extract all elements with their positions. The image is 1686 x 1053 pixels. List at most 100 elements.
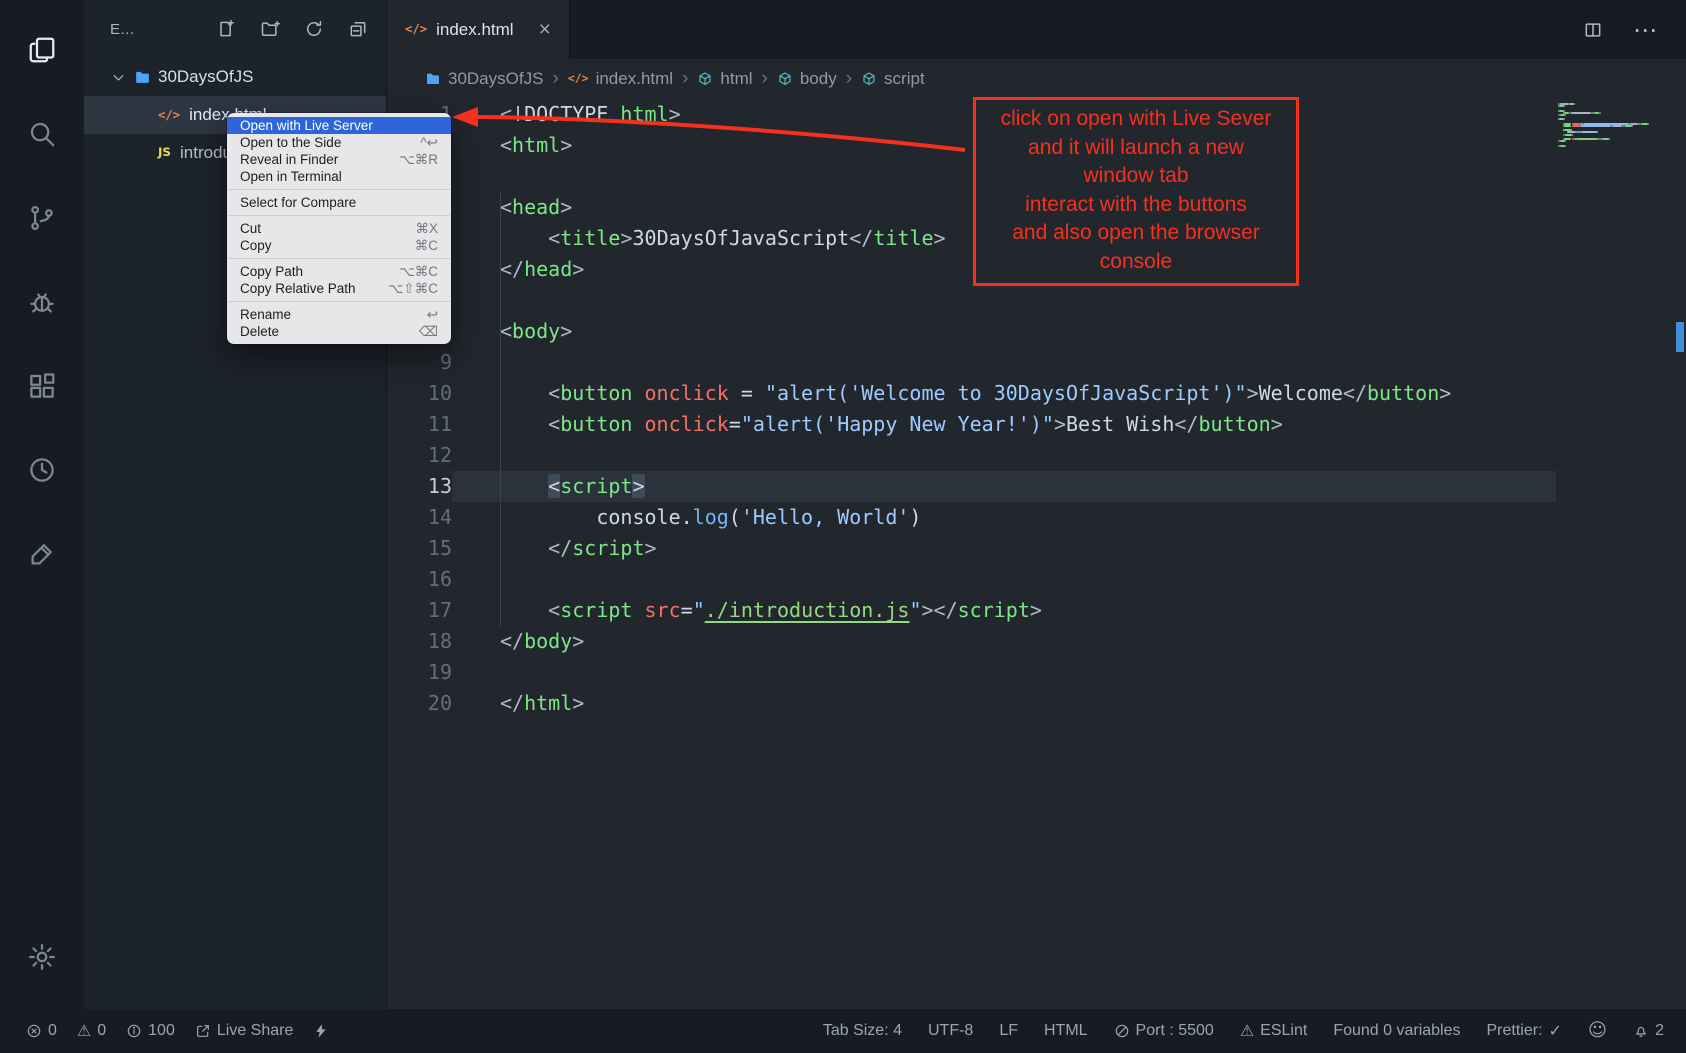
code-line-4: 4<head> (387, 192, 1556, 223)
status-live-share[interactable]: Live Share (195, 1022, 294, 1040)
code-text[interactable]: <body> (452, 316, 1556, 347)
status-eslint[interactable]: ⚠ESLint (1240, 1022, 1307, 1040)
menu-item-cut[interactable]: Cut⌘X (227, 220, 451, 237)
smiley-icon: ☺ (1588, 1022, 1607, 1040)
activity-source-control[interactable] (0, 176, 84, 260)
code-line-19: 19 (387, 657, 1556, 688)
new-folder-icon[interactable] (260, 19, 280, 39)
code-line-13: 13 <script> (387, 471, 1556, 502)
code-line-7: 7 (387, 285, 1556, 316)
code-text[interactable] (452, 657, 1556, 688)
bell-icon (1633, 1023, 1649, 1039)
extensions-icon (27, 371, 57, 401)
menu-item-open-to-the-side[interactable]: Open to the Side^↩ (227, 134, 451, 151)
menu-item-select-for-compare[interactable]: Select for Compare (227, 194, 451, 211)
code-text[interactable]: <button onclick="alert('Happy New Year!'… (452, 409, 1556, 440)
line-number: 10 (387, 378, 452, 409)
status-language-mode[interactable]: HTML (1044, 1022, 1088, 1040)
scrollbar-decoration[interactable] (1676, 322, 1684, 352)
menu-item-label: Cut (240, 221, 261, 236)
status-quick-action[interactable] (313, 1023, 329, 1039)
status-port[interactable]: Port : 5500 (1114, 1022, 1214, 1040)
menu-item-open-with-live-server[interactable]: Open with Live Server (227, 117, 451, 134)
code-text[interactable]: <script> (452, 471, 1556, 502)
breadcrumb-item-30DaysOfJS[interactable]: 30DaysOfJS (425, 69, 543, 89)
breadcrumb-item-index.html[interactable]: </>index.html (568, 69, 673, 89)
code-text[interactable] (452, 347, 1556, 378)
menu-item-copy-path[interactable]: Copy Path⌥⌘C (227, 263, 451, 280)
menu-item-shortcut: ⌫ (419, 324, 438, 340)
close-tab-icon[interactable]: × (539, 19, 551, 40)
status-errors[interactable]: 0 (26, 1022, 57, 1040)
status-warnings[interactable]: ⚠0 (77, 1022, 106, 1040)
code-text[interactable]: console.log('Hello, World') (452, 502, 1556, 533)
symbol-icon (697, 71, 713, 87)
more-icon[interactable]: ⋯ (1633, 18, 1658, 42)
menu-item-label: Open with Live Server (240, 118, 373, 133)
activity-timer[interactable] (0, 428, 84, 512)
menu-item-copy[interactable]: Copy⌘C (227, 237, 451, 254)
breadcrumb-label: html (720, 69, 752, 89)
activity-explorer[interactable] (0, 8, 84, 92)
folder-row-30daysofjs[interactable]: 30DaysOfJS (84, 58, 386, 96)
code-line-6: 6</head> (387, 254, 1556, 285)
context-menu: Open with Live ServerOpen to the Side^↩R… (227, 113, 451, 344)
code-text[interactable]: </script> (452, 533, 1556, 564)
warning-icon: ⚠ (77, 1023, 91, 1039)
status-label: UTF-8 (928, 1022, 973, 1040)
menu-item-reveal-in-finder[interactable]: Reveal in Finder⌥⌘R (227, 151, 451, 168)
collapse-all-icon[interactable] (348, 19, 368, 39)
status-variables[interactable]: Found 0 variables (1333, 1022, 1460, 1040)
folder-label: 30DaysOfJS (158, 67, 253, 87)
annotation-box: click on open with Live Severand it will… (973, 97, 1299, 286)
menu-item-open-in-terminal[interactable]: Open in Terminal (227, 168, 451, 185)
status-tab-size[interactable]: Tab Size: 4 (823, 1022, 902, 1040)
status-feedback-smiley[interactable]: ☺ (1588, 1022, 1607, 1040)
editor-actions: ⋯ (1583, 0, 1686, 59)
code-line-5: 5 <title>30DaysOfJavaScript</title> (387, 223, 1556, 254)
menu-item-rename[interactable]: Rename↩ (227, 306, 451, 323)
status-eol[interactable]: LF (999, 1022, 1018, 1040)
breadcrumb-item-script[interactable]: script (861, 69, 925, 89)
code-line-14: 14 console.log('Hello, World') (387, 502, 1556, 533)
breadcrumb-item-body[interactable]: body (777, 69, 837, 89)
activity-search[interactable] (0, 92, 84, 176)
breadcrumb-separator: › (682, 68, 688, 90)
html-file-icon: </> (405, 23, 427, 35)
code-line-16: 16 (387, 564, 1556, 595)
refresh-icon[interactable] (304, 19, 324, 39)
code-text[interactable] (452, 564, 1556, 595)
code-line-8: 8<body> (387, 316, 1556, 347)
activity-run-debug[interactable] (0, 260, 84, 344)
new-file-icon[interactable] (216, 19, 236, 39)
status-encoding[interactable]: UTF-8 (928, 1022, 973, 1040)
minimap[interactable] (1558, 103, 1670, 147)
html-file-icon: </> (568, 73, 589, 85)
menu-item-copy-relative-path[interactable]: Copy Relative Path⌥⇧⌘C (227, 280, 451, 297)
error-icon (26, 1023, 42, 1039)
code-text[interactable]: <button onclick = "alert('Welcome to 30D… (452, 378, 1556, 409)
split-editor-icon[interactable] (1583, 20, 1603, 40)
folder-icon (134, 69, 151, 86)
code-text[interactable] (452, 285, 1556, 316)
explorer-actions (216, 19, 368, 39)
menu-item-shortcut: ⌥⌘C (399, 264, 438, 280)
code-text[interactable]: <script src="./introduction.js"></script… (452, 595, 1556, 626)
status-notifications[interactable]: 2 (1633, 1022, 1664, 1040)
menu-item-label: Open to the Side (240, 135, 341, 150)
status-label: HTML (1044, 1022, 1088, 1040)
activity-extensions[interactable] (0, 344, 84, 428)
tab-index-html[interactable]: </> index.html × (387, 0, 570, 59)
activity-settings[interactable] (0, 915, 84, 999)
code-text[interactable] (452, 440, 1556, 471)
code-text[interactable]: </body> (452, 626, 1556, 657)
activity-feedback[interactable] (0, 512, 84, 596)
status-info[interactable]: 100 (126, 1022, 175, 1040)
menu-item-delete[interactable]: Delete⌫ (227, 323, 451, 340)
code-text[interactable]: </html> (452, 688, 1556, 719)
status-prettier[interactable]: Prettier:✓ (1487, 1022, 1562, 1040)
code-line-12: 12 (387, 440, 1556, 471)
breadcrumb-item-html[interactable]: html (697, 69, 752, 89)
menu-item-shortcut: ⌘C (415, 238, 438, 254)
breadcrumb-separator: › (762, 68, 768, 90)
